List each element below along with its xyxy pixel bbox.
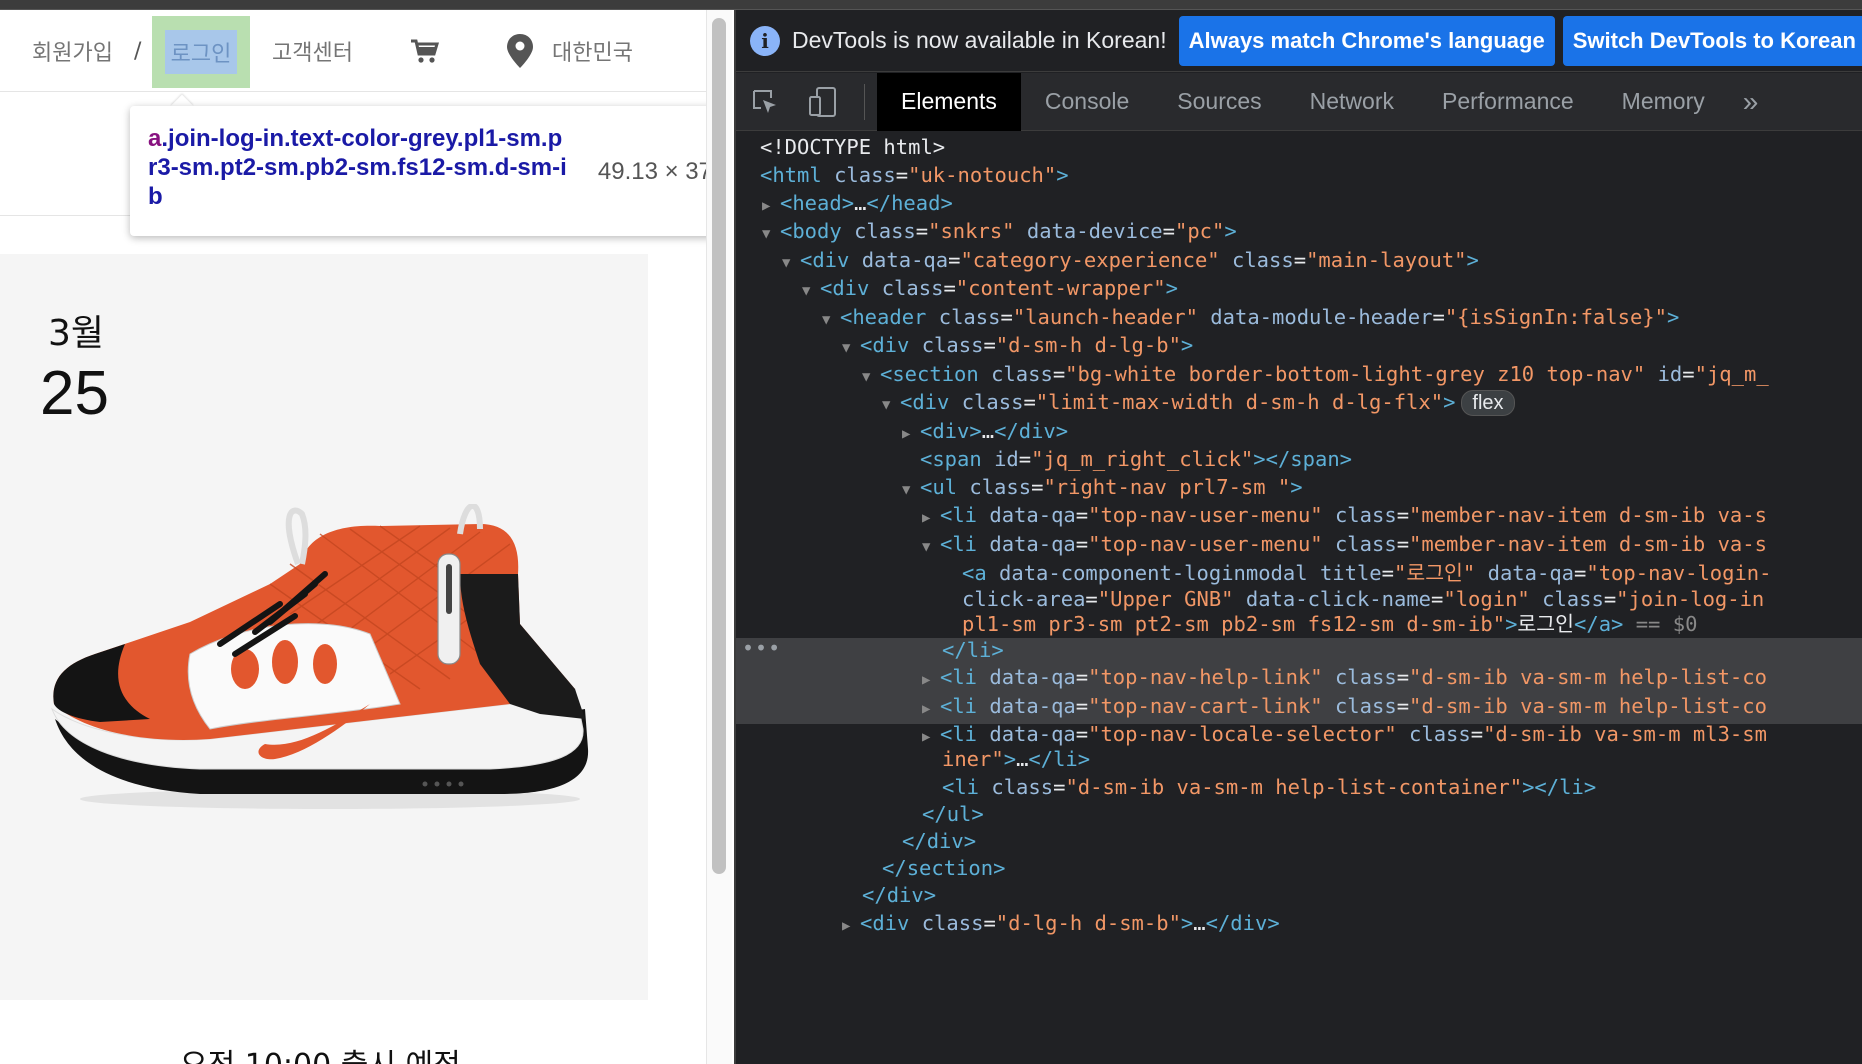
collapse-arrow-icon: ▼ (762, 226, 771, 242)
toolbar-separator (864, 83, 865, 120)
device-toggle-icon (809, 86, 836, 117)
tooltip-dimensions: 49.13 × 37 (597, 158, 706, 185)
tab-memory[interactable]: Memory (1598, 73, 1729, 131)
product-image (50, 504, 589, 809)
dom-line[interactable]: ▼ <ul class="right-nav prl7-sm "> (902, 472, 1303, 502)
collapse-arrow-icon: ▼ (802, 283, 811, 299)
collapse-arrow-icon: ▼ (782, 255, 791, 271)
dom-line[interactable]: ▼ <li data-qa="top-nav-user-menu" class="… (922, 529, 1767, 559)
dom-line[interactable]: ▼ <header class="launch-header" data-modu… (822, 302, 1679, 332)
page-scrollbar-thumb[interactable] (712, 18, 726, 874)
dom-line[interactable]: ▼ <body class="snkrs" data-device="pc"> (762, 216, 1237, 246)
dom-line[interactable]: </div> (902, 826, 976, 856)
login-link-highlight[interactable]: 로그인 (152, 16, 250, 88)
collapse-arrow-icon: ▼ (862, 369, 871, 385)
dom-line[interactable]: ▶ <div class="d-lg-h d-sm-b">…</div> (842, 908, 1280, 938)
dom-line[interactable]: </li> (942, 635, 1004, 665)
info-icon: i (750, 25, 780, 56)
web-page-viewport: 회원가입 / 로그인 고객센터 대한민국 3월 25 a.join-log-in… (0, 10, 706, 1064)
tab-sources[interactable]: Sources (1153, 73, 1285, 131)
infobar-message: DevTools is now available in Korean! (792, 27, 1167, 53)
dom-line[interactable]: ▼ <div class="limit-max-width d-sm-h d-lg… (882, 387, 1515, 417)
devtools-tabbar: Elements Console Sources Network Perform… (736, 72, 1862, 131)
release-time-text: 오전 10:00 출시 예정 (180, 1040, 461, 1064)
expand-arrow-icon: ▶ (922, 729, 931, 745)
dom-line[interactable]: </section> (882, 853, 1005, 883)
dom-line[interactable]: ▼ <div class="content-wrapper"> (802, 273, 1178, 303)
dom-line[interactable]: </ul> (922, 799, 984, 829)
flex-badge[interactable]: flex (1461, 390, 1515, 416)
more-tabs-button[interactable]: » (1729, 86, 1773, 118)
collapse-arrow-icon: ▼ (922, 539, 931, 555)
inspect-tooltip: a.join-log-in.text-color-grey.pl1-sm.pr3… (130, 106, 706, 236)
node-actions-ellipsis[interactable]: ••• (742, 636, 781, 660)
dom-line[interactable]: ▶ <head>…</head> (762, 188, 953, 218)
elements-dom-tree: ••• <!DOCTYPE html> <html class="uk-noto… (736, 132, 1862, 1064)
dom-line[interactable]: <li class="d-sm-ib va-sm-m help-list-con… (942, 772, 1596, 802)
release-day: 25 (40, 359, 109, 428)
login-link[interactable]: 로그인 (164, 30, 238, 74)
dom-line[interactable]: </div> (862, 880, 936, 910)
collapse-arrow-icon: ▼ (902, 482, 911, 498)
locale-link[interactable]: 대한민국 (552, 10, 633, 92)
tooltip-selector: a.join-log-in.text-color-grey.pl1-sm.pr3… (148, 124, 568, 218)
locale-pin[interactable] (506, 10, 534, 92)
dom-line[interactable]: ▶ <li data-qa="top-nav-cart-link" class="… (922, 691, 1767, 721)
dom-line[interactable]: ▶ <li data-qa="top-nav-help-link" class="… (922, 662, 1767, 692)
inspect-element-button[interactable] (736, 73, 794, 131)
join-link[interactable]: 회원가입 (32, 10, 113, 92)
dom-line[interactable]: ▼ <div data-qa="category-experience" clas… (782, 245, 1479, 275)
device-toolbar-button[interactable] (794, 73, 852, 131)
tooltip-selector-classes: .join-log-in.text-color-grey.pl1-sm.pr3-… (148, 125, 567, 210)
selected-node-marker: == $0 (1635, 612, 1698, 636)
switch-devtools-language-button[interactable]: Switch DevTools to Korean (1562, 15, 1862, 66)
expand-arrow-icon: ▶ (842, 918, 851, 934)
location-pin-icon (507, 34, 533, 68)
inspect-cursor-icon (753, 89, 776, 113)
always-match-language-button[interactable]: Always match Chrome's language (1178, 15, 1555, 66)
dom-line[interactable]: <!DOCTYPE html> (760, 132, 945, 162)
dom-line[interactable]: ▶ <div>…</div> (902, 416, 1068, 446)
nav-separator: / (134, 38, 142, 64)
devtools-language-infobar: i DevTools is now available in Korean! A… (736, 10, 1862, 72)
tab-performance[interactable]: Performance (1418, 73, 1598, 131)
dom-line[interactable]: <span id="jq_m_right_click"></span> (920, 444, 1352, 474)
expand-arrow-icon: ▶ (902, 426, 911, 442)
release-month: 3월 (48, 313, 105, 354)
tab-elements[interactable]: Elements (877, 72, 1021, 131)
product-card[interactable]: 3월 25 (0, 254, 648, 1000)
dom-line[interactable]: ▼ <div class="d-sm-h d-lg-b"> (842, 330, 1193, 360)
browser-top-bar (0, 0, 1862, 10)
collapse-arrow-icon: ▼ (882, 397, 891, 413)
dom-line[interactable]: ▼ <section class="bg-white border-bottom-… (862, 359, 1769, 389)
collapse-arrow-icon: ▼ (842, 340, 851, 356)
tab-network[interactable]: Network (1286, 73, 1418, 131)
top-nav: 회원가입 / 로그인 고객센터 대한민국 (0, 10, 706, 92)
dom-line[interactable]: ▶ <li data-qa="top-nav-user-menu" class="… (922, 500, 1767, 530)
dom-line[interactable]: iner">…</li> (942, 744, 1090, 774)
devtools-panel: i DevTools is now available in Korean! A… (736, 10, 1862, 1064)
tooltip-selector-tag: a (148, 125, 162, 152)
dom-line-selected[interactable]: pl1-sm pr3-sm pt2-sm pb2-sm fs12-sm d-sm… (962, 609, 1697, 639)
cart-icon (411, 39, 440, 63)
cart-button[interactable] (410, 10, 440, 92)
dom-line[interactable]: <html class="uk-notouch"> (760, 160, 1069, 190)
help-center-link[interactable]: 고객센터 (272, 10, 353, 92)
collapse-arrow-icon: ▼ (822, 312, 831, 328)
tab-console[interactable]: Console (1021, 73, 1153, 131)
